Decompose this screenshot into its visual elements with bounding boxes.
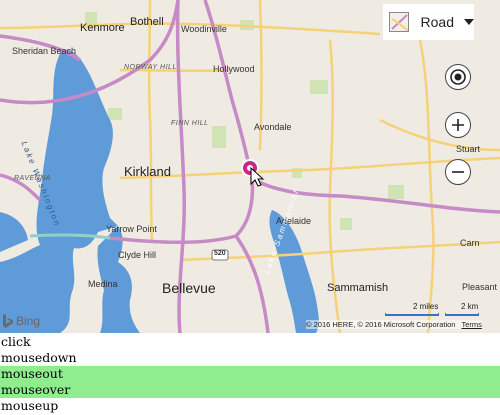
locate-icon xyxy=(450,69,466,85)
city-label: Kirkland xyxy=(124,164,171,179)
event-log-item: mousedown xyxy=(1,350,77,365)
map-style-label: Road xyxy=(420,14,454,30)
map-style-picker[interactable]: Road xyxy=(383,4,474,40)
copyright-notice: © 2016 HERE, © 2016 Microsoft Corporatio… xyxy=(306,320,482,329)
event-log-item: mouseup xyxy=(1,398,59,413)
bing-logo: Bing xyxy=(2,313,40,329)
plus-icon xyxy=(452,119,464,131)
city-label: Bellevue xyxy=(162,280,216,296)
copyright-text: © 2016 HERE, © 2016 Microsoft Corporatio… xyxy=(306,320,456,329)
city-label: Hollywood xyxy=(213,64,255,74)
bing-logo-text: Bing xyxy=(16,314,41,328)
event-log-item: click xyxy=(1,334,31,349)
bing-logo-icon xyxy=(3,314,13,328)
city-label: Woodinville xyxy=(181,24,227,34)
city-label: Carn xyxy=(460,238,480,248)
city-label: Sammamish xyxy=(327,282,389,294)
scale-km: 2 km xyxy=(461,302,479,311)
city-label: Sheridan Beach xyxy=(12,46,77,56)
city-label: Stuart xyxy=(456,144,481,154)
city-label: Yarrow Point xyxy=(106,224,157,234)
zoom-out-button[interactable] xyxy=(445,159,471,185)
scale-bar-km xyxy=(445,313,479,316)
area-label: FINN HILL xyxy=(171,120,209,127)
event-log-item: mouseout xyxy=(0,366,500,382)
city-label: Bothell xyxy=(130,16,164,28)
road-style-icon xyxy=(389,12,409,32)
city-label: Avondale xyxy=(254,122,292,132)
event-log-item: mouseover xyxy=(0,382,500,398)
chevron-down-icon[interactable] xyxy=(464,19,474,25)
city-label: Clyde Hill xyxy=(118,250,157,260)
city-label: Kenmore xyxy=(80,22,125,34)
scale-bar-miles xyxy=(385,313,439,316)
map-canvas[interactable]: Kenmore Bothell Woodinville Sheridan Bea… xyxy=(0,0,500,333)
zoom-in-button[interactable] xyxy=(445,112,471,138)
scale-miles: 2 miles xyxy=(413,302,439,311)
road-shield-label: 520 xyxy=(214,250,226,257)
locate-me-button[interactable] xyxy=(445,64,471,90)
terms-link[interactable]: Terms xyxy=(461,320,481,329)
event-log: click mousedown mouseout mouseover mouse… xyxy=(0,334,500,414)
city-label: Medina xyxy=(88,279,118,289)
minus-icon xyxy=(452,171,464,173)
city-label: Pleasant xyxy=(462,282,498,292)
area-label: NORWAY HILL xyxy=(124,64,177,71)
